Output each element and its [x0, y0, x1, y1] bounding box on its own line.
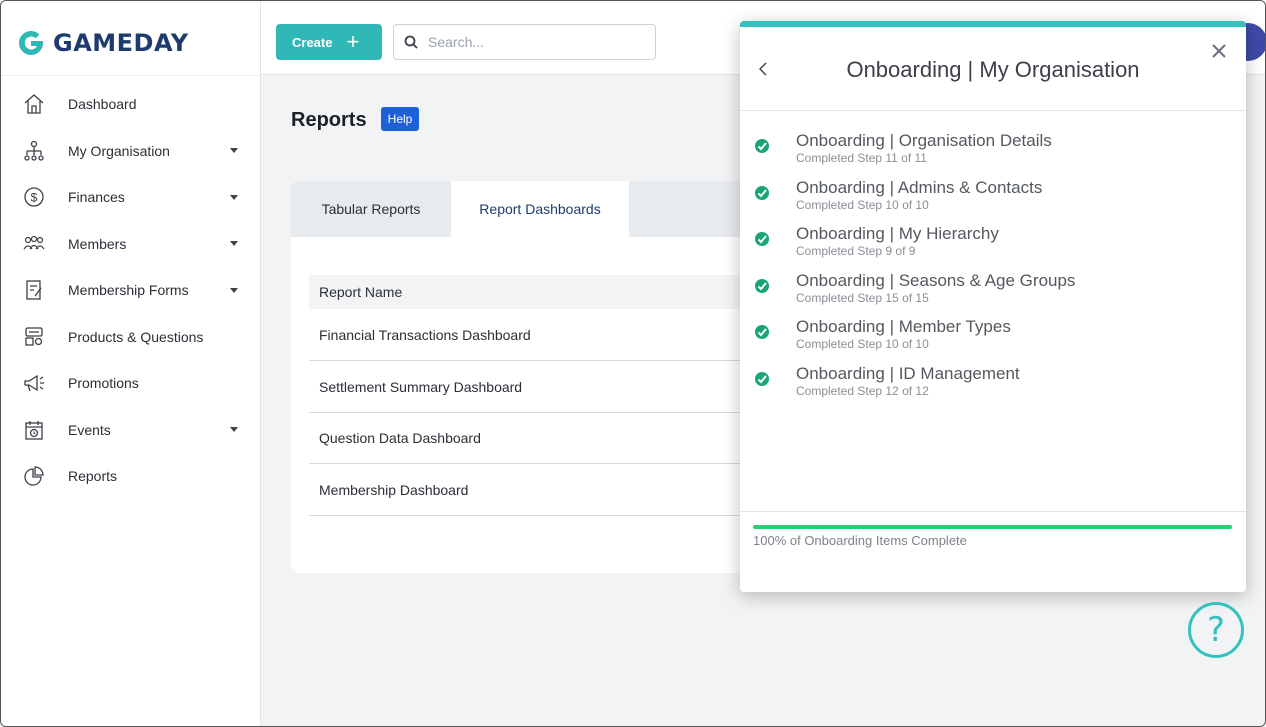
step-status: Completed Step 11 of 11	[796, 151, 927, 165]
search-input[interactable]: Search...	[393, 24, 656, 60]
progress-text: 100% of Onboarding Items Complete	[753, 533, 967, 548]
home-icon	[23, 93, 45, 115]
report-tabs: Tabular Reports Report Dashboards	[291, 181, 629, 237]
check-circle-icon	[755, 232, 769, 246]
sidebar-item-label: Finances	[68, 189, 125, 206]
close-button[interactable]	[1210, 42, 1228, 60]
step-title: Onboarding | Member Types	[796, 317, 1011, 336]
sidebar-item-events[interactable]: Events	[1, 407, 261, 454]
check-circle-icon	[755, 371, 769, 386]
onboarding-step[interactable]: Onboarding | ID Management Completed Step…	[740, 364, 1246, 411]
tab-tabular-reports[interactable]: Tabular Reports	[291, 181, 451, 237]
sidebar-item-label: My Organisation	[68, 142, 170, 159]
check-circle-icon	[755, 278, 769, 293]
sidebar-item-members[interactable]: Members	[1, 221, 261, 268]
app-window: GAMEDAY Dashboard My Organisation $ Finance…	[0, 0, 1266, 727]
onboarding-modal: Onboarding | My Organisation Onboarding …	[740, 21, 1246, 592]
check-circle-icon	[755, 325, 769, 339]
members-icon	[23, 233, 45, 255]
create-button[interactable]: Create +	[276, 24, 382, 60]
progress-fill	[753, 525, 1232, 529]
sidebar-item-my-organisation[interactable]: My Organisation	[1, 128, 261, 175]
onboarding-step[interactable]: Onboarding | Admins & Contacts Completed …	[740, 178, 1246, 225]
onboarding-step[interactable]: Onboarding | Organisation Details Complet…	[740, 131, 1246, 178]
search-placeholder: Search...	[428, 34, 485, 50]
step-status: Completed Step 15 of 15	[796, 290, 929, 305]
step-title: Onboarding | Organisation Details	[796, 131, 1052, 150]
sidebar-item-label: Membership Forms	[68, 282, 189, 299]
sidebar-item-label: Products & Questions	[68, 328, 204, 345]
sidebar-item-products-questions[interactable]: Products & Questions	[1, 314, 261, 361]
sidebar-item-label: Events	[68, 421, 111, 438]
gameday-logo[interactable]: GAMEDAY	[17, 27, 189, 59]
caret-down-icon[interactable]	[229, 239, 239, 249]
dollar-icon: $	[23, 186, 45, 208]
sidebar-item-label: Members	[68, 235, 127, 252]
check-circle-icon	[755, 185, 769, 200]
sidebar: GAMEDAY Dashboard My Organisation $ Finance…	[1, 1, 261, 726]
help-fab-button[interactable]: ?	[1188, 602, 1244, 658]
sidebar-item-finances[interactable]: $ Finances	[1, 174, 261, 221]
modal-footer-divider	[740, 511, 1246, 512]
help-button[interactable]: Help	[381, 107, 419, 131]
close-icon	[1212, 44, 1226, 58]
sidebar-item-dashboard[interactable]: Dashboard	[1, 81, 261, 128]
search-icon	[404, 35, 418, 49]
step-title: Onboarding | My Hierarchy	[796, 224, 999, 243]
onboarding-progress-bar	[753, 525, 1232, 529]
sidebar-item-label: Dashboard	[68, 96, 137, 113]
check-circle-icon	[755, 139, 769, 153]
page-title: Reports	[291, 109, 367, 131]
gameday-logo-icon	[19, 31, 43, 55]
step-status: Completed Step 9 of 9	[796, 244, 916, 258]
modal-title: Onboarding | My Organisation	[846, 57, 1140, 82]
plus-icon: +	[346, 29, 360, 54]
sidebar-item-label: Reports	[68, 468, 118, 485]
sidebar-item-label: Promotions	[68, 375, 139, 392]
onboarding-steps-list: Onboarding | Organisation Details Complet…	[740, 131, 1246, 410]
sidebar-item-promotions[interactable]: Promotions	[1, 360, 261, 407]
step-title: Onboarding | Admins & Contacts	[796, 177, 1043, 197]
step-status: Completed Step 12 of 12	[796, 383, 929, 398]
svg-text:$: $	[31, 191, 38, 205]
sidebar-item-reports[interactable]: Reports	[1, 453, 261, 500]
logo-text: GAMEDAY	[53, 29, 189, 57]
sidebar-nav: Dashboard My Organisation $ Finances Members…	[1, 81, 261, 500]
tab-report-dashboards[interactable]: Report Dashboards	[451, 181, 629, 237]
modal-header: Onboarding | My Organisation	[740, 27, 1246, 111]
sidebar-divider	[1, 75, 261, 76]
question-icon: ?	[1206, 610, 1226, 650]
caret-down-icon[interactable]	[229, 192, 239, 202]
caret-down-icon[interactable]	[229, 146, 239, 156]
caret-down-icon[interactable]	[229, 425, 239, 435]
org-chart-icon	[23, 140, 45, 162]
megaphone-icon	[23, 372, 45, 394]
onboarding-step[interactable]: Onboarding | My Hierarchy Completed Step …	[740, 224, 1246, 271]
step-title: Onboarding | Seasons & Age Groups	[796, 270, 1076, 290]
caret-down-icon[interactable]	[229, 285, 239, 295]
step-status: Completed Step 10 of 10	[796, 197, 929, 212]
pie-chart-icon	[23, 465, 45, 487]
onboarding-step[interactable]: Onboarding | Member Types Completed Step …	[740, 317, 1246, 364]
sidebar-item-membership-forms[interactable]: Membership Forms	[1, 267, 261, 314]
form-icon	[23, 279, 45, 301]
calendar-icon	[23, 419, 45, 441]
create-button-label: Create	[292, 34, 333, 50]
step-title: Onboarding | ID Management	[796, 363, 1020, 383]
step-status: Completed Step 10 of 10	[796, 337, 929, 351]
products-icon	[23, 326, 45, 348]
onboarding-step[interactable]: Onboarding | Seasons & Age Groups Complet…	[740, 271, 1246, 318]
